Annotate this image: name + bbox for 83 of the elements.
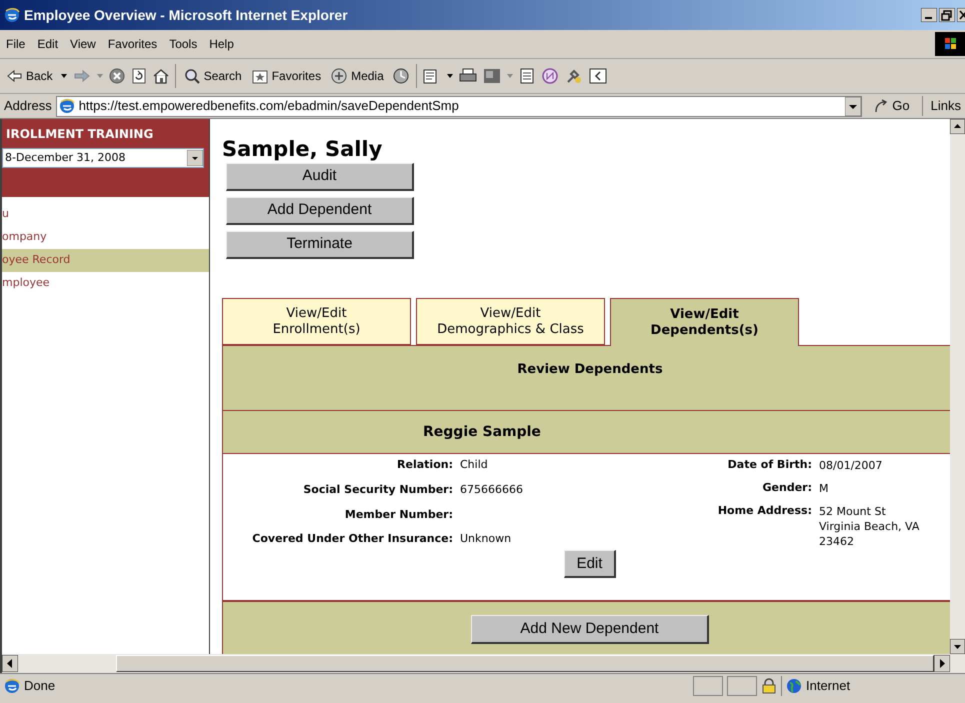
- action-button[interactable]: Audit: [226, 163, 414, 191]
- address-label: Address: [4, 97, 52, 116]
- field-label: Social Security Number:: [302, 482, 453, 497]
- stop-icon[interactable]: [108, 68, 125, 84]
- field-value: 52 Mount St: [819, 504, 887, 519]
- scroll-right-icon: [934, 655, 950, 672]
- star-folder-icon: [252, 68, 268, 84]
- menu-item[interactable]: Edit: [31, 35, 64, 53]
- menu-item[interactable]: View: [64, 35, 102, 53]
- history-icon[interactable]: [392, 68, 410, 84]
- field-label: Covered Under Other Insurance:: [251, 532, 453, 546]
- document-icon[interactable]: [518, 68, 535, 84]
- tab[interactable]: View/Edit Demographics & Class: [416, 298, 605, 345]
- menu-item[interactable]: Tools: [163, 35, 204, 53]
- search-icon: [184, 68, 200, 84]
- section-heading: Review Dependents: [223, 346, 950, 411]
- globe-icon: [786, 678, 802, 694]
- sidebar-link[interactable]: u: [2, 203, 209, 226]
- search-button[interactable]: Search: [182, 67, 244, 85]
- plan-year-select[interactable]: 8-December 31, 2008: [2, 148, 204, 168]
- menu-item[interactable]: File: [0, 35, 32, 53]
- caret-icon: [60, 74, 67, 78]
- home-icon[interactable]: [152, 68, 169, 84]
- vertical-scrollbar[interactable]: [950, 119, 965, 654]
- status-pane: [693, 676, 723, 696]
- refresh-icon[interactable]: [130, 68, 147, 84]
- field-value: Unknown: [460, 532, 512, 546]
- field-label: Date of Birth:: [726, 458, 812, 472]
- sidebar-link[interactable]: mployee: [2, 272, 209, 295]
- add-dependent-button[interactable]: Add New Dependent: [471, 615, 709, 644]
- field-label: Home Address:: [716, 504, 812, 518]
- status-pane: [727, 676, 757, 696]
- menu-item[interactable]: Favorites: [102, 35, 164, 53]
- media-button[interactable]: Media: [329, 67, 386, 85]
- tools-icon[interactable]: [564, 68, 583, 84]
- field-value: M: [819, 481, 830, 496]
- tab[interactable]: View/Edit Enrollment(s): [222, 298, 411, 345]
- field-value: 08/01/2007: [819, 458, 884, 473]
- back-button[interactable]: Back: [4, 67, 55, 85]
- field-value: 675666666: [460, 482, 524, 497]
- zone-text: Internet: [806, 677, 850, 696]
- window-icon[interactable]: [588, 68, 607, 84]
- horizontal-scrollbar[interactable]: [0, 654, 965, 673]
- field-label: Gender:: [762, 481, 812, 495]
- page-icon: [4, 678, 20, 694]
- caret-icon: [506, 74, 513, 78]
- sidebar-title: IROLLMENT TRAINING: [5, 126, 154, 143]
- browser-icon: [4, 7, 20, 23]
- favorites-button[interactable]: Favorites: [250, 67, 324, 85]
- field-label: Member Number:: [344, 508, 453, 522]
- employee-name: Sample, Sally: [222, 137, 384, 161]
- sidebar-link[interactable]: oyee Record: [2, 249, 209, 272]
- printer-icon[interactable]: [458, 68, 477, 84]
- field-value: Virginia Beach, VA: [819, 519, 920, 534]
- restore-icon[interactable]: [939, 8, 955, 22]
- action-button[interactable]: Add Dependent: [226, 197, 414, 225]
- edit-button[interactable]: Edit: [564, 550, 616, 578]
- field-value: 23462: [819, 534, 855, 549]
- windows-logo-icon: [935, 32, 965, 56]
- minimize-icon[interactable]: [921, 8, 937, 22]
- tab[interactable]: View/Edit Dependents(s): [610, 298, 799, 346]
- dropdown-arrow-icon: [187, 150, 203, 166]
- dropdown-arrow-icon[interactable]: [845, 96, 862, 116]
- page-icon: [58, 98, 75, 114]
- go-arrow-icon: [874, 99, 888, 113]
- caret-icon: [96, 74, 103, 78]
- field-label: Relation:: [396, 458, 453, 472]
- padlock-icon: [761, 678, 777, 694]
- dependent-name: Reggie Sample: [223, 411, 950, 454]
- links-button[interactable]: Links: [926, 96, 961, 116]
- menu-item[interactable]: Help: [203, 35, 240, 53]
- caret-icon: [446, 74, 453, 78]
- status-text: Done: [24, 677, 56, 696]
- close-icon[interactable]: [957, 8, 965, 22]
- scroll-down-icon: [950, 639, 965, 654]
- sidebar-link[interactable]: ompany: [2, 226, 209, 249]
- field-value: Child: [460, 458, 489, 472]
- action-button[interactable]: Terminate: [226, 231, 414, 259]
- media-icon: [331, 68, 348, 84]
- go-button[interactable]: Go: [866, 96, 918, 116]
- left-arrow-icon: [6, 68, 22, 84]
- address-field[interactable]: https://test.empoweredbenefits.com/ebadmin/saveDependentSmp: [56, 96, 862, 116]
- window-title: Employee Overview - Microsoft Internet Explorer: [24, 6, 349, 25]
